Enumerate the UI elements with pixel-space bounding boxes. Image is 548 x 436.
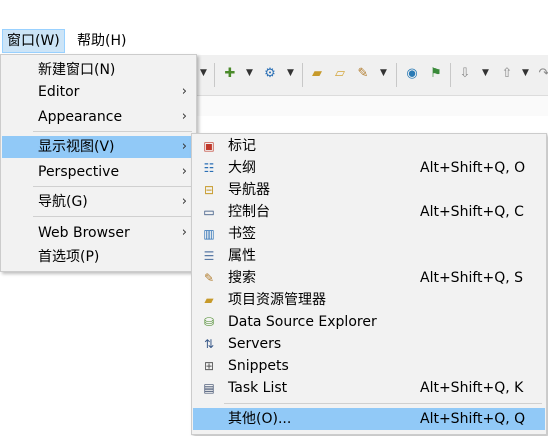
view-item-task-list[interactable]: ▤ Task List Alt+Shift+Q, K xyxy=(193,377,545,399)
view-item-console[interactable]: ▭ 控制台 Alt+Shift+Q, C xyxy=(193,201,545,223)
run-icon[interactable]: ⚙ xyxy=(262,66,278,82)
toolbar-separator xyxy=(450,63,451,87)
menu-item-navigation[interactable]: 导航(G) › xyxy=(2,191,195,213)
submenu-arrow-icon: › xyxy=(181,84,187,99)
view-item-shortcut: Alt+Shift+Q, C xyxy=(420,204,524,220)
menu-item-label: 显示视图(V) xyxy=(38,139,115,155)
console-icon: ▭ xyxy=(203,205,215,219)
view-item-shortcut: Alt+Shift+Q, O xyxy=(420,160,526,176)
toolbar-separator xyxy=(302,63,303,87)
view-item-servers[interactable]: ⇅ Servers xyxy=(193,333,545,355)
properties-icon: ☰ xyxy=(203,249,215,263)
view-item-label: 其他(O)... xyxy=(228,411,292,427)
submenu-arrow-icon: › xyxy=(181,139,187,154)
external-tool-icon[interactable]: ⚑ xyxy=(428,66,444,82)
menu-item-label: 首选项(P) xyxy=(38,249,100,265)
view-item-bookmarks[interactable]: ▥ 书签 xyxy=(193,223,545,245)
menu-item-web-browser[interactable]: Web Browser › xyxy=(2,222,195,244)
view-item-navigator[interactable]: ⊟ 导航器 xyxy=(193,179,545,201)
menu-window[interactable]: 窗口(W) xyxy=(2,29,65,53)
view-item-label: Data Source Explorer xyxy=(228,314,377,330)
navigator-icon: ⊟ xyxy=(203,183,215,197)
marker-icon[interactable]: ✎ xyxy=(355,66,371,82)
outline-icon: ☷ xyxy=(203,161,215,175)
menu-separator xyxy=(33,186,192,187)
snippets-icon: ⊞ xyxy=(203,359,215,373)
view-item-label: 标记 xyxy=(228,138,256,154)
view-item-other[interactable]: 其他(O)... Alt+Shift+Q, Q xyxy=(193,408,545,430)
dropdown-arrow-icon[interactable]: ▼ xyxy=(246,68,253,78)
submenu-arrow-icon: › xyxy=(181,194,187,209)
submenu-arrow-icon: › xyxy=(181,109,187,124)
menu-help[interactable]: 帮助(H) xyxy=(73,30,130,52)
search-icon: ✎ xyxy=(203,271,215,285)
view-item-label: Task List xyxy=(228,380,288,396)
view-item-label: Snippets xyxy=(228,358,289,374)
view-item-label: 导航器 xyxy=(228,182,270,198)
task-list-icon: ▤ xyxy=(203,381,215,395)
dropdown-arrow-icon[interactable]: ▼ xyxy=(380,68,387,78)
window-menu: 新建窗口(N) Editor › Appearance › 显示视图(V) › … xyxy=(0,54,197,272)
dropdown-arrow-icon[interactable]: ▼ xyxy=(200,68,207,78)
project-explorer-icon: ▰ xyxy=(204,293,214,307)
view-item-data-source-explorer[interactable]: ⛁ Data Source Explorer xyxy=(193,311,545,333)
prev-annotation-icon[interactable]: ⇧ xyxy=(499,66,515,82)
show-view-submenu: ▣ 标记 ☷ 大纲 Alt+Shift+Q, O ⊟ 导航器 ▭ 控制台 Alt… xyxy=(191,133,547,435)
view-item-outline[interactable]: ☷ 大纲 Alt+Shift+Q, O xyxy=(193,157,545,179)
submenu-arrow-icon: › xyxy=(181,164,187,179)
view-item-label: 项目资源管理器 xyxy=(228,292,326,308)
menu-bar: 窗口(W) 帮助(H) xyxy=(0,28,548,54)
dropdown-arrow-icon[interactable]: ▼ xyxy=(287,68,294,78)
dropdown-arrow-icon[interactable]: ▼ xyxy=(482,68,489,78)
servers-icon: ⇅ xyxy=(203,337,215,351)
view-item-shortcut: Alt+Shift+Q, S xyxy=(420,270,524,286)
next-annotation-icon[interactable]: ⇩ xyxy=(457,66,473,82)
submenu-arrow-icon: › xyxy=(181,225,187,240)
open-folder-icon[interactable]: ▰ xyxy=(309,66,325,82)
dropdown-arrow-icon[interactable]: ▼ xyxy=(522,68,529,78)
view-item-properties[interactable]: ☰ 属性 xyxy=(193,245,545,267)
view-item-label: 控制台 xyxy=(228,204,270,220)
menu-separator xyxy=(224,403,542,404)
view-item-shortcut: Alt+Shift+Q, Q xyxy=(420,411,526,427)
forward-icon[interactable]: ↷ xyxy=(536,66,548,82)
menu-item-label: Perspective xyxy=(38,164,120,180)
view-item-label: 书签 xyxy=(228,226,256,242)
bookmarks-icon: ▥ xyxy=(203,227,215,241)
menu-item-show-view[interactable]: 显示视图(V) › xyxy=(2,136,195,158)
new-wizard-icon[interactable]: ✚ xyxy=(222,66,238,82)
menu-item-label: Appearance xyxy=(38,109,123,125)
menu-item-new-window[interactable]: 新建窗口(N) xyxy=(2,59,195,81)
open-file-icon[interactable]: ▱ xyxy=(332,66,348,82)
view-item-label: 大纲 xyxy=(228,160,256,176)
menu-item-label: 导航(G) xyxy=(38,194,88,210)
view-item-snippets[interactable]: ⊞ Snippets xyxy=(193,355,545,377)
menu-separator xyxy=(33,131,192,132)
view-item-project-explorer[interactable]: ▰ 项目资源管理器 xyxy=(193,289,545,311)
view-item-markers[interactable]: ▣ 标记 xyxy=(193,135,545,157)
markers-icon: ▣ xyxy=(203,139,215,153)
toolbar-separator xyxy=(396,63,397,87)
globe-icon[interactable]: ◉ xyxy=(404,66,420,82)
menu-item-editor[interactable]: Editor › xyxy=(2,81,195,103)
menu-item-label: 新建窗口(N) xyxy=(38,62,116,78)
view-item-label: 属性 xyxy=(228,248,256,264)
view-item-search[interactable]: ✎ 搜索 Alt+Shift+Q, S xyxy=(193,267,545,289)
view-item-label: Servers xyxy=(228,336,282,352)
menu-item-label: Web Browser xyxy=(38,225,130,241)
toolbar-separator xyxy=(214,63,215,87)
menu-separator xyxy=(33,216,192,217)
view-item-label: 搜索 xyxy=(228,270,256,286)
view-item-shortcut: Alt+Shift+Q, K xyxy=(420,380,524,396)
data-source-icon: ⛁ xyxy=(203,315,215,329)
menu-item-perspective[interactable]: Perspective › xyxy=(2,161,195,183)
menu-item-preferences[interactable]: 首选项(P) xyxy=(2,246,195,268)
menu-item-label: Editor xyxy=(38,84,80,100)
menu-item-appearance[interactable]: Appearance › xyxy=(2,106,195,128)
